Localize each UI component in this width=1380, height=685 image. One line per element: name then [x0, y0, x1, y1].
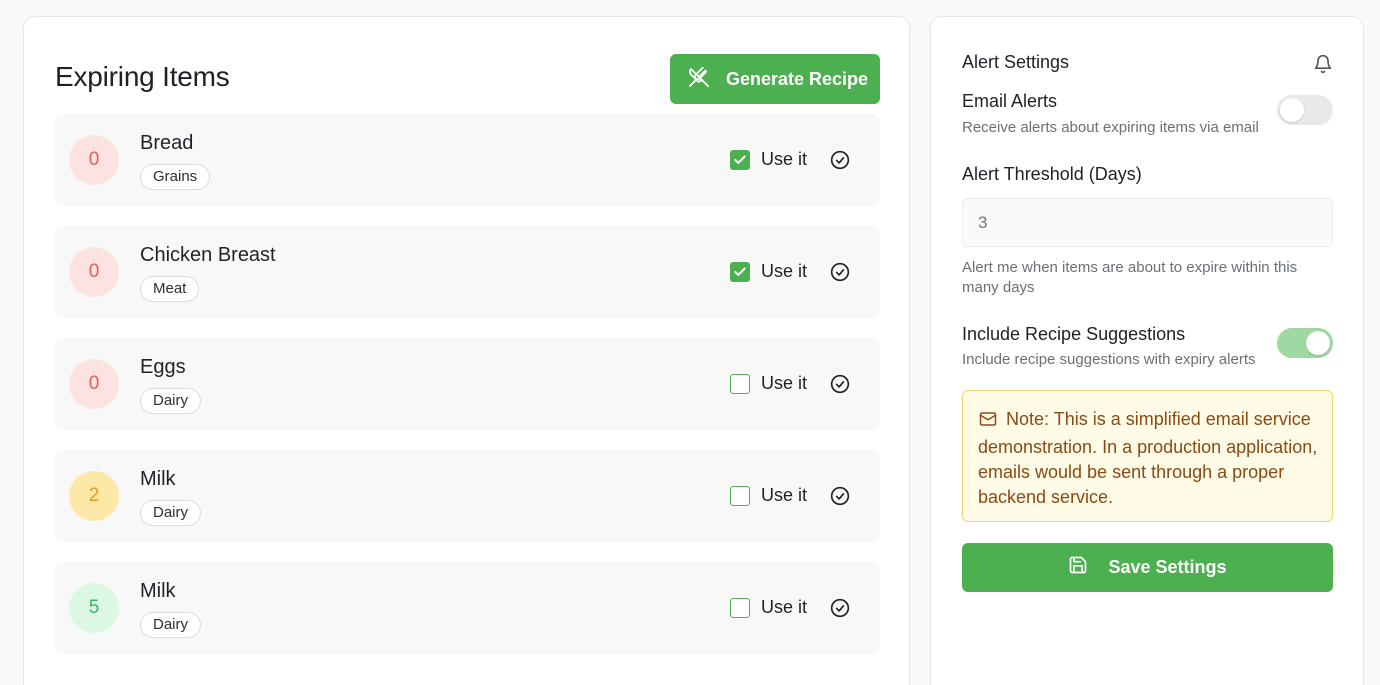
item-name: Milk	[140, 468, 176, 490]
expiring-item: 5 Milk Dairy Use it	[55, 562, 880, 654]
item-name: Eggs	[140, 356, 186, 378]
category-tag: Dairy	[140, 388, 202, 414]
utensils-icon	[688, 66, 710, 93]
use-it-toggle[interactable]: Use it	[730, 149, 807, 170]
expiring-items-title: Expiring Items	[55, 61, 230, 92]
use-it-checkbox[interactable]	[730, 149, 750, 170]
use-it-label: Use it	[761, 261, 808, 281]
days-left-badge: 2	[69, 471, 119, 521]
use-it-label: Use it	[761, 373, 808, 393]
email-alerts-toggle[interactable]	[1277, 95, 1333, 125]
toggle-knob	[1306, 331, 1330, 355]
use-it-label: Use it	[761, 597, 808, 617]
note-text: Note: This is a simplified email service…	[978, 409, 1318, 507]
category-tag: Dairy	[140, 612, 202, 638]
generate-recipe-button[interactable]: Generate Recipe	[670, 54, 880, 104]
use-it-toggle[interactable]: Use it	[730, 261, 807, 282]
use-it-checkbox[interactable]	[730, 373, 750, 394]
expiring-item: 0 Chicken Breast Meat Use it	[55, 226, 880, 318]
alert-threshold-input[interactable]	[962, 198, 1333, 247]
email-alerts-desc: Receive alerts about expiring items via …	[962, 119, 1259, 136]
item-name: Chicken Breast	[140, 244, 276, 266]
email-alerts-title: Email Alerts	[962, 91, 1058, 111]
use-it-label: Use it	[761, 149, 808, 169]
days-left-badge: 5	[69, 583, 119, 633]
generate-recipe-label: Generate Recipe	[726, 68, 869, 89]
use-it-toggle[interactable]: Use it	[730, 597, 807, 618]
use-it-toggle[interactable]: Use it	[730, 485, 807, 506]
item-name: Bread	[140, 132, 194, 154]
use-it-checkbox[interactable]	[730, 485, 750, 506]
category-tag: Grains	[140, 164, 211, 190]
toggle-knob	[1280, 98, 1304, 122]
expiring-item: 0 Bread Grains Use it	[55, 114, 880, 206]
save-icon	[1068, 555, 1088, 580]
check-circle-icon[interactable]	[830, 150, 850, 175]
category-tag: Meat	[140, 276, 200, 302]
days-left-badge: 0	[69, 135, 119, 185]
mail-icon	[978, 410, 998, 435]
days-left-badge: 0	[69, 247, 119, 297]
expiring-item: 0 Eggs Dairy Use it	[55, 338, 880, 430]
expiring-items-panel: Expiring Items Generate Recipe 0 Bread G…	[23, 16, 910, 685]
days-left-badge: 0	[69, 359, 119, 409]
item-name: Milk	[140, 580, 176, 602]
recipe-suggestions-desc: Include recipe suggestions with expiry a…	[962, 351, 1256, 368]
expiring-item: 2 Milk Dairy Use it	[55, 450, 880, 542]
category-tag: Dairy	[140, 500, 202, 526]
check-circle-icon[interactable]	[830, 374, 850, 399]
use-it-checkbox[interactable]	[730, 261, 750, 282]
alert-settings-panel: Alert Settings Email Alerts Receive aler…	[930, 16, 1364, 685]
check-circle-icon[interactable]	[830, 262, 850, 287]
use-it-toggle[interactable]: Use it	[730, 373, 807, 394]
recipe-suggestions-title: Include Recipe Suggestions	[962, 324, 1186, 344]
alert-settings-title: Alert Settings	[962, 52, 1070, 72]
use-it-label: Use it	[761, 485, 808, 505]
use-it-checkbox[interactable]	[730, 597, 750, 618]
save-settings-button[interactable]: Save Settings	[962, 543, 1333, 592]
checkbox-check-icon	[734, 266, 746, 276]
check-circle-icon[interactable]	[830, 598, 850, 623]
checkbox-check-icon	[734, 154, 746, 164]
save-settings-label: Save Settings	[1108, 557, 1227, 577]
alert-threshold-title: Alert Threshold (Days)	[962, 164, 1142, 184]
check-circle-icon[interactable]	[830, 486, 850, 511]
alert-threshold-desc: Alert me when items are about to expire …	[962, 259, 1298, 296]
recipe-suggestions-toggle[interactable]	[1277, 328, 1333, 358]
bell-icon	[1313, 54, 1333, 79]
email-demo-note: Note: This is a simplified email service…	[962, 390, 1333, 522]
